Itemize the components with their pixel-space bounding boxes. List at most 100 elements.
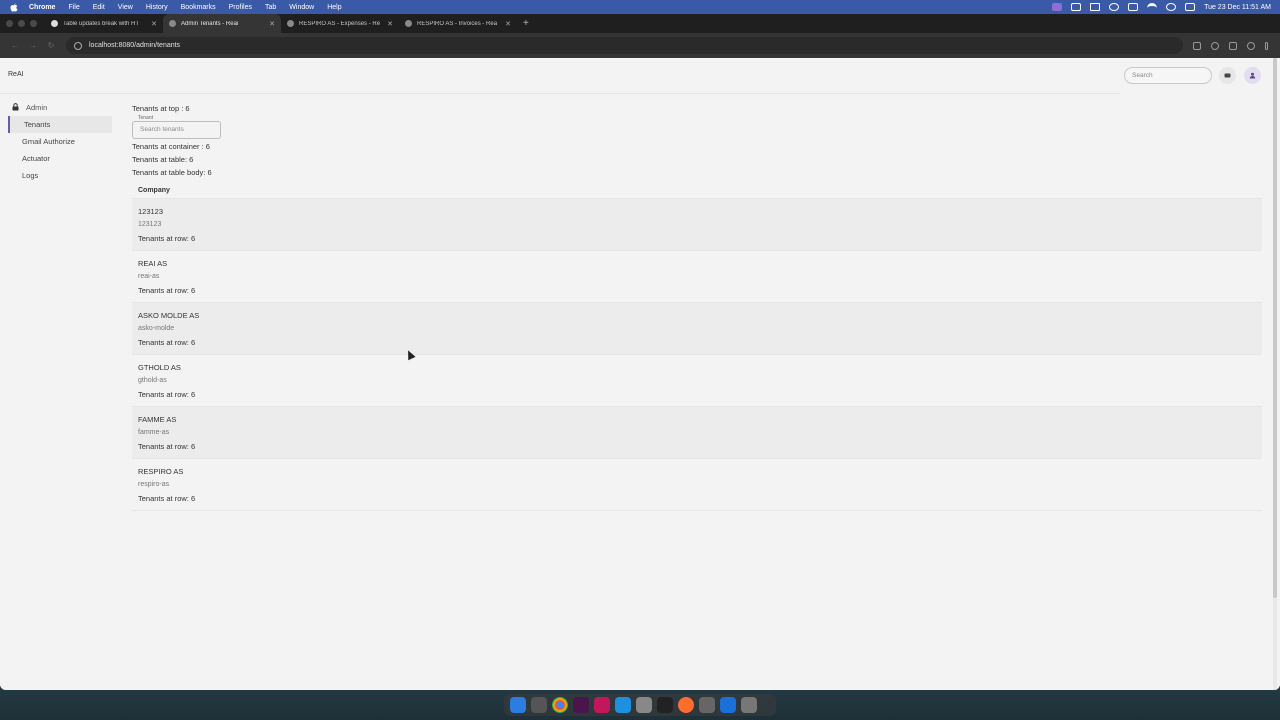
sidebar-item-label: Tenants: [24, 120, 51, 129]
row-tenant-count: Tenants at row: 6: [138, 338, 196, 347]
menu-bookmarks[interactable]: Bookmarks: [181, 4, 216, 11]
menu-history[interactable]: History: [146, 4, 168, 11]
apple-icon[interactable]: [9, 2, 19, 12]
macos-dock: [504, 694, 776, 716]
sidebar-item-tenants[interactable]: Tenants: [8, 116, 112, 133]
tenant-field-label: Tenant: [137, 115, 155, 121]
back-icon[interactable]: ←: [6, 41, 24, 50]
tenants-top-count: Tenants at top : 6: [132, 104, 190, 113]
menu-view[interactable]: View: [118, 4, 133, 11]
terminal-icon[interactable]: [657, 697, 673, 713]
globe-icon: [405, 20, 412, 27]
tenant-search-input[interactable]: [132, 120, 221, 139]
row-tenant-count: Tenants at row: 6: [138, 494, 196, 503]
app-brand[interactable]: ReAI: [8, 71, 24, 78]
menu-help[interactable]: Help: [327, 4, 341, 11]
menu-edit[interactable]: Edit: [93, 4, 105, 11]
zoom-window-button[interactable]: [30, 20, 37, 27]
table-row[interactable]: ASKO MOLDE AS asko-molde Tenants at row:…: [132, 303, 1262, 355]
new-tab-icon[interactable]: +: [523, 18, 529, 29]
tenants-container-count: Tenants at container : 6: [132, 142, 210, 151]
cast-icon[interactable]: [1193, 41, 1201, 50]
tenants-table-body-count: Tenants at table body: 6: [132, 168, 212, 177]
global-search-input[interactable]: Search: [1124, 67, 1212, 84]
web-page: ReAI Search Admin Tenants Gmail Authoriz…: [0, 58, 1280, 690]
close-tab-icon[interactable]: ✕: [151, 20, 157, 28]
system-settings-icon[interactable]: [636, 697, 652, 713]
browser-tab-3[interactable]: RESPIRO AS - Expenses - Re ✕: [281, 14, 399, 33]
table-row[interactable]: GTHOLD AS gthold-as Tenants at row: 6: [132, 355, 1262, 407]
user-menu-button[interactable]: [1244, 67, 1261, 84]
table-row[interactable]: REAI AS reai-as Tenants at row: 6: [132, 251, 1262, 303]
company-name: FAMME AS: [138, 415, 177, 424]
column-header-company[interactable]: Company: [132, 183, 1262, 199]
tab-title: Admin Tenants - Reai: [181, 20, 239, 27]
browser-tab-1[interactable]: Table updates break with HT ✕: [45, 14, 163, 33]
table-row[interactable]: RESPIRO AS respiro-as Tenants at row: 6: [132, 459, 1262, 511]
tenant-search-field: Tenant: [132, 115, 221, 139]
finder-icon[interactable]: [510, 697, 526, 713]
chat-icon: [1224, 73, 1231, 77]
page-scrollbar[interactable]: [1273, 58, 1277, 690]
control-center-icon[interactable]: [1185, 3, 1196, 11]
browser-menu-icon[interactable]: [1265, 41, 1268, 50]
table-row[interactable]: 123123 123123 Tenants at row: 6: [132, 199, 1262, 251]
browser-window: Table updates break with HT ✕ Admin Tena…: [0, 14, 1280, 690]
trash-icon[interactable]: [741, 697, 757, 713]
volume-icon[interactable]: [1090, 3, 1101, 11]
slack-icon[interactable]: [573, 697, 589, 713]
menu-profiles[interactable]: Profiles: [229, 4, 252, 11]
search-icon[interactable]: [1166, 3, 1177, 11]
address-bar[interactable]: localhost:8080/admin/tenants: [66, 37, 1183, 54]
sidebar-item-gmail-authorize[interactable]: Gmail Authorize: [0, 133, 118, 150]
company-slug: asko-molde: [138, 325, 175, 332]
tab-title: RESPIRO AS - Expenses - Re: [299, 20, 381, 27]
profile-icon[interactable]: [1247, 41, 1255, 50]
input-source-icon[interactable]: [1128, 3, 1139, 11]
launchpad-icon[interactable]: [531, 697, 547, 713]
sync-icon[interactable]: [1109, 3, 1120, 11]
admin-sidebar: Admin Tenants Gmail Authorize Actuator L…: [0, 98, 118, 184]
row-tenant-count: Tenants at row: 6: [138, 390, 196, 399]
messages-button[interactable]: [1219, 67, 1236, 84]
forward-icon[interactable]: →: [24, 41, 42, 50]
close-tab-icon[interactable]: ✕: [269, 20, 275, 28]
close-tab-icon[interactable]: ✕: [505, 20, 511, 28]
github-icon: [51, 20, 58, 27]
screen-record-icon[interactable]: [1052, 3, 1063, 11]
menubar-clock[interactable]: Tue 23 Dec 11:51 AM: [1204, 4, 1271, 11]
bookmark-star-icon[interactable]: [1211, 41, 1219, 50]
sidebar-section-admin[interactable]: Admin: [0, 98, 118, 116]
firefox-icon[interactable]: [678, 697, 694, 713]
app-header: ReAI: [0, 58, 1120, 94]
menu-file[interactable]: File: [68, 4, 79, 11]
lock-icon: [12, 103, 19, 111]
app-store-icon[interactable]: [720, 697, 736, 713]
browser-tab-4[interactable]: RESPIRO AS - Invoices - Rea ✕: [399, 14, 517, 33]
chrome-icon[interactable]: [552, 697, 568, 713]
minimize-window-button[interactable]: [18, 20, 25, 27]
menu-app-name[interactable]: Chrome: [29, 4, 55, 11]
close-window-button[interactable]: [6, 20, 13, 27]
sidebar-item-label: Actuator: [22, 154, 50, 163]
extensions-icon[interactable]: [1229, 41, 1237, 50]
company-slug: respiro-as: [138, 481, 170, 488]
reload-icon[interactable]: ↻: [42, 41, 60, 50]
menu-window[interactable]: Window: [289, 4, 314, 11]
sidebar-item-logs[interactable]: Logs: [0, 167, 118, 184]
docker-icon[interactable]: [1071, 3, 1082, 11]
close-tab-icon[interactable]: ✕: [387, 20, 393, 28]
utility-icon[interactable]: [699, 697, 715, 713]
browser-tab-2[interactable]: Admin Tenants - Reai ✕: [163, 14, 281, 33]
scrollbar-thumb[interactable]: [1273, 58, 1277, 598]
wifi-icon[interactable]: [1147, 3, 1158, 11]
intellij-icon[interactable]: [594, 697, 610, 713]
company-name: ASKO MOLDE AS: [138, 311, 200, 320]
window-controls: [6, 20, 37, 27]
globe-icon: [169, 20, 176, 27]
docker-icon[interactable]: [615, 697, 631, 713]
site-info-icon[interactable]: [74, 41, 82, 50]
table-row[interactable]: FAMME AS famme-as Tenants at row: 6: [132, 407, 1262, 459]
menu-tab[interactable]: Tab: [265, 4, 276, 11]
sidebar-item-actuator[interactable]: Actuator: [0, 150, 118, 167]
